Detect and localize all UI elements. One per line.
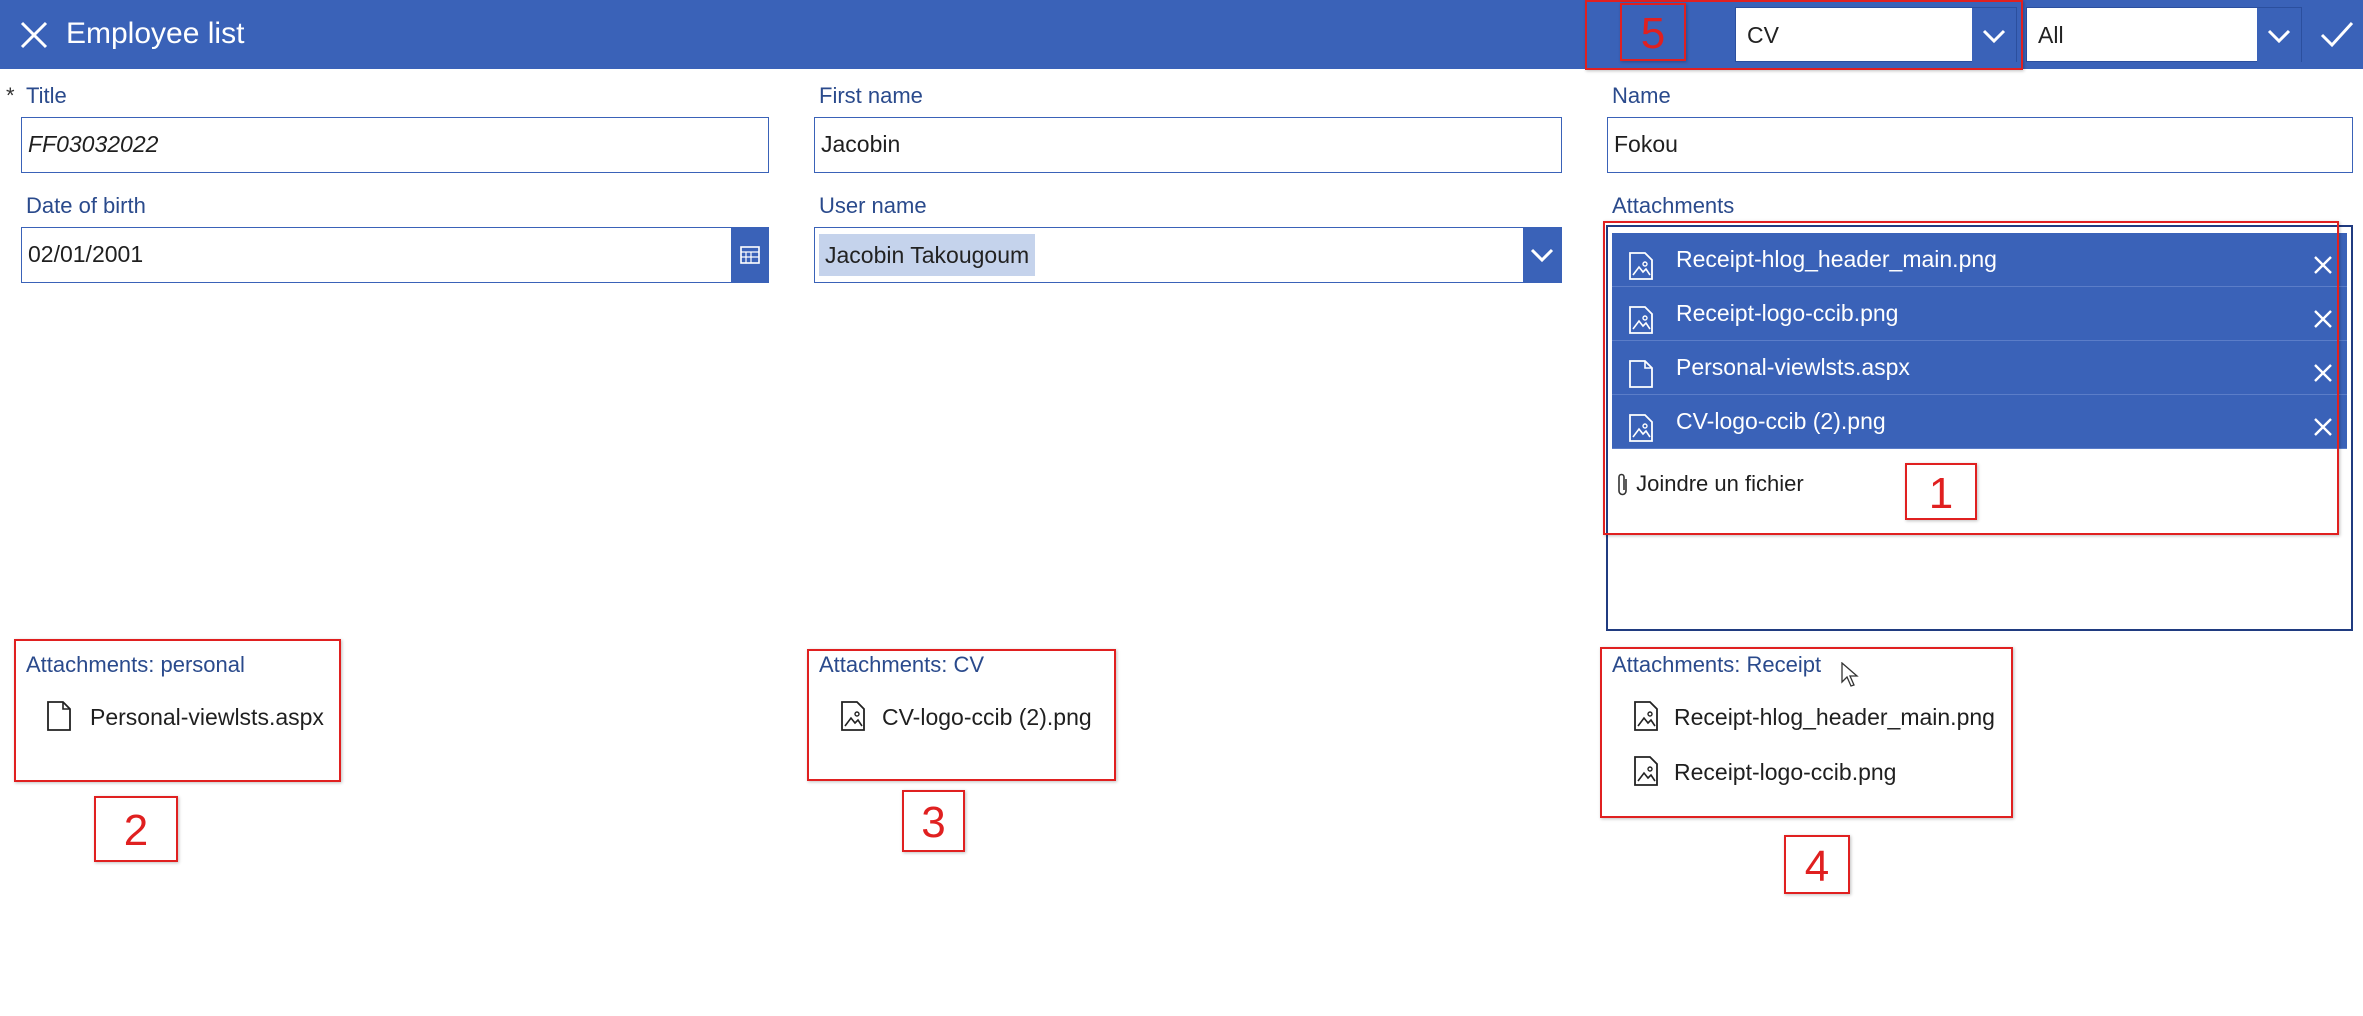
user-name-combobox[interactable]: Jacobin Takougoum (814, 227, 1562, 283)
first-name-input[interactable]: Jacobin (814, 117, 1562, 173)
page-title: Employee list (66, 17, 245, 50)
attachments-label: Attachments (1612, 193, 1735, 218)
scope-filter-dropdown[interactable]: All (2026, 7, 2302, 63)
annotation-box-2 (14, 639, 341, 782)
title-input[interactable]: FF03032022 (21, 117, 769, 173)
annotation-box-4 (1600, 647, 2013, 818)
user-name-label: User name (819, 193, 927, 218)
date-of-birth-input[interactable]: 02/01/2001 (21, 227, 769, 283)
chevron-down-icon[interactable] (2257, 8, 2301, 63)
calendar-icon[interactable] (731, 228, 768, 282)
first-name-label: First name (819, 83, 923, 108)
scope-filter-value: All (2038, 22, 2064, 48)
chevron-down-icon[interactable] (1523, 228, 1561, 282)
close-icon[interactable] (16, 17, 52, 53)
date-of-birth-value: 02/01/2001 (28, 241, 144, 267)
annotation-callout-4: 4 (1784, 835, 1850, 894)
date-of-birth-label: Date of birth (26, 193, 146, 218)
checkmark-icon[interactable] (2318, 15, 2356, 53)
name-label: Name (1612, 83, 1671, 108)
required-marker: * (6, 83, 15, 108)
selected-user-tag[interactable]: Jacobin Takougoum (819, 234, 1036, 276)
annotation-callout-5: 5 (1620, 3, 1686, 61)
name-input[interactable]: Fokou (1607, 117, 2353, 173)
title-label: Title (26, 83, 67, 108)
annotation-box-3 (807, 649, 1116, 781)
annotation-callout-1: 1 (1905, 463, 1977, 520)
annotation-callout-2: 2 (94, 796, 178, 862)
annotation-callout-3: 3 (902, 790, 965, 852)
